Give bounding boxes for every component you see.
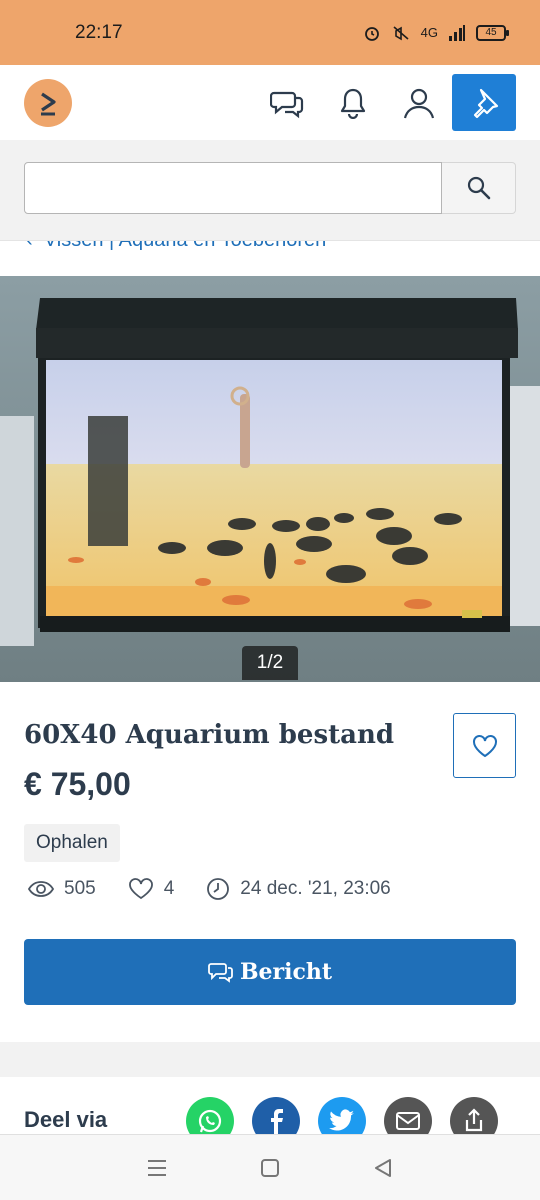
clock-icon [207, 878, 230, 900]
image-gallery[interactable]: 1/2 [0, 276, 540, 682]
status-bar: 22:17 4G 45 [0, 0, 540, 65]
views-count: 505 [64, 878, 96, 899]
share-icon [465, 1108, 483, 1132]
battery-icon: 45 [476, 24, 509, 41]
twitter-icon [329, 1109, 354, 1131]
notifications-button[interactable] [320, 75, 386, 131]
logo[interactable] [24, 78, 72, 127]
eye-icon [28, 881, 54, 897]
heart-icon [472, 734, 497, 757]
facebook-icon [271, 1109, 283, 1134]
favorites-count: 4 [163, 878, 175, 899]
bell-icon [340, 88, 366, 119]
alarm-icon [364, 26, 379, 41]
search-bar [0, 140, 540, 240]
message-button[interactable]: Bericht [24, 939, 516, 1005]
favorites-stat: 4 [128, 878, 175, 900]
status-icons: 4G 45 [363, 24, 509, 42]
home-button[interactable] [240, 1148, 300, 1188]
system-navigation-bar [0, 1134, 540, 1200]
listing-date: 24 dec. '21, 23:06 [240, 878, 391, 899]
home-square-icon [260, 1158, 279, 1177]
status-time: 22:17 [75, 21, 123, 43]
nav-icons [254, 74, 516, 131]
listing-photo[interactable] [0, 276, 540, 682]
listing-title: 60X40 Aquarium bestand [24, 720, 395, 750]
breadcrumb[interactable]: ‹ Vissen | Aquaria en Toebehoren [0, 240, 540, 276]
mail-icon [396, 1112, 420, 1130]
chat-icon [208, 963, 233, 983]
listing-details: 60X40 Aquarium bestand € 75,00 Ophalen 5… [0, 682, 540, 1042]
recent-apps-button[interactable] [127, 1148, 187, 1188]
delivery-tag: Ophalen [24, 824, 120, 862]
date-stat: 24 dec. '21, 23:06 [206, 877, 391, 901]
messages-button[interactable] [254, 75, 320, 131]
heart-outline-icon [128, 878, 153, 900]
search-input[interactable] [24, 162, 442, 214]
top-navigation [0, 65, 540, 140]
chat-icon [270, 91, 304, 118]
signal-icon [449, 24, 465, 41]
menu-icon [147, 1159, 166, 1176]
views-stat: 505 [28, 878, 96, 900]
user-icon [403, 88, 435, 118]
search-icon [467, 176, 490, 200]
image-counter: 1/2 [242, 646, 298, 680]
network-label: 4G [420, 25, 438, 40]
pin-icon [473, 88, 499, 118]
share-label: Deel via [24, 1107, 108, 1132]
listing-price: € 75,00 [24, 766, 131, 802]
breadcrumb-link[interactable]: ‹ Vissen | Aquaria en Toebehoren [26, 240, 327, 252]
logo-icon [41, 92, 56, 115]
place-ad-button[interactable] [452, 74, 516, 131]
breadcrumb-label: Vissen | Aquaria en Toebehoren [43, 240, 327, 251]
mute-icon [393, 25, 409, 40]
whatsapp-icon [198, 1109, 222, 1133]
profile-button[interactable] [386, 75, 452, 131]
listing-stats: 505 4 24 dec. '21, 23:06 [28, 874, 423, 904]
back-triangle-icon [375, 1158, 392, 1177]
chevron-left-icon: ‹ [26, 240, 44, 251]
back-button[interactable] [353, 1148, 413, 1188]
favorite-button[interactable] [453, 713, 516, 778]
search-button[interactable] [442, 162, 516, 214]
message-button-label: Bericht [239, 959, 333, 985]
